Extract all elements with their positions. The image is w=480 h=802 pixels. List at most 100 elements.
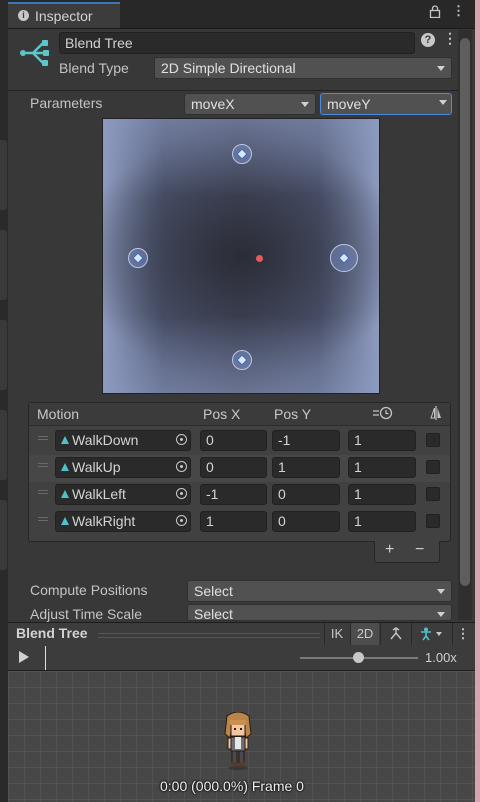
speed-value: 1.00x bbox=[425, 650, 457, 665]
adjust-time-scale-dropdown[interactable]: Select bbox=[187, 604, 452, 621]
mirror-checkbox[interactable] bbox=[426, 460, 440, 474]
play-icon[interactable] bbox=[19, 651, 29, 663]
left-panel-tab[interactable] bbox=[0, 320, 7, 390]
blend-point-up[interactable] bbox=[232, 144, 252, 164]
time-scale-field[interactable]: 1 bbox=[348, 511, 416, 532]
compute-positions-dropdown[interactable]: Select bbox=[187, 580, 452, 602]
help-icon[interactable]: ? bbox=[421, 33, 435, 47]
adjust-time-scale-label: Adjust Time Scale bbox=[30, 606, 143, 622]
time-scale-field[interactable]: 1 bbox=[348, 430, 416, 451]
motion-clip-field[interactable]: WalkDown bbox=[55, 430, 191, 451]
lock-icon[interactable] bbox=[429, 5, 441, 21]
animation-clip-icon bbox=[61, 517, 69, 525]
ik-toggle[interactable]: IK bbox=[324, 623, 349, 645]
more-options-icon[interactable]: ⋮ bbox=[452, 3, 465, 19]
scrollbar-thumb[interactable] bbox=[460, 38, 470, 586]
motion-clip-name: WalkDown bbox=[72, 432, 139, 448]
pos-x-field[interactable]: 1 bbox=[200, 511, 267, 532]
motion-point-icon bbox=[132, 252, 144, 264]
remove-motion-button[interactable]: − bbox=[415, 541, 424, 559]
preview-title: Blend Tree bbox=[16, 625, 88, 641]
tab-inspector[interactable]: i Inspector bbox=[8, 2, 120, 28]
blend-space-graph[interactable] bbox=[102, 118, 380, 394]
blend-point-down[interactable] bbox=[232, 350, 252, 370]
object-picker-icon[interactable] bbox=[176, 461, 187, 472]
time-scale-field[interactable]: 1 bbox=[348, 457, 416, 478]
preview-drag-bar[interactable] bbox=[98, 633, 320, 638]
drag-handle-icon[interactable] bbox=[38, 517, 48, 521]
character-sprite bbox=[222, 711, 254, 773]
tab-inspector-label: Inspector bbox=[35, 8, 93, 24]
compute-positions-label: Compute Positions bbox=[30, 582, 148, 598]
time-scale-field[interactable]: 1 bbox=[348, 484, 416, 505]
motion-row[interactable]: WalkLeft -1 0 1 bbox=[29, 482, 450, 509]
parameter-position-marker[interactable] bbox=[255, 254, 263, 262]
chevron-down-icon bbox=[437, 589, 445, 594]
left-panel-tab[interactable] bbox=[0, 230, 7, 300]
parameters-label: Parameters bbox=[30, 95, 103, 111]
motion-row[interactable]: WalkUp 0 1 1 bbox=[29, 455, 450, 482]
chevron-down-icon bbox=[437, 66, 445, 71]
drag-handle-icon[interactable] bbox=[38, 490, 48, 494]
pos-y-field[interactable]: 0 bbox=[272, 484, 340, 505]
timeline-cursor[interactable] bbox=[45, 646, 46, 670]
blend-tree-icon bbox=[18, 36, 52, 70]
pos-x-column-header: Pos X bbox=[203, 406, 241, 422]
mirror-checkbox[interactable] bbox=[426, 514, 440, 528]
object-picker-icon[interactable] bbox=[176, 434, 187, 445]
left-panel-edge bbox=[0, 0, 8, 802]
speed-slider-knob[interactable] bbox=[353, 652, 364, 663]
motion-clip-name: WalkLeft bbox=[72, 486, 126, 502]
left-panel-tab[interactable] bbox=[0, 500, 7, 570]
blend-type-dropdown[interactable]: 2D Simple Directional bbox=[154, 57, 452, 79]
info-icon: i bbox=[18, 10, 29, 21]
mirror-column-icon bbox=[430, 405, 442, 424]
motion-clip-field[interactable]: WalkUp bbox=[55, 457, 191, 478]
pivot-icon[interactable] bbox=[380, 623, 411, 645]
component-menu-icon[interactable]: ⋮ bbox=[443, 30, 457, 47]
motion-point-icon bbox=[236, 148, 248, 160]
chevron-down-icon bbox=[439, 100, 447, 105]
motion-column-header: Motion bbox=[37, 406, 80, 422]
mirror-checkbox[interactable] bbox=[426, 487, 440, 501]
pos-x-field[interactable]: 0 bbox=[200, 457, 267, 478]
blend-type-value: 2D Simple Directional bbox=[161, 60, 296, 76]
pos-x-field[interactable]: 0 bbox=[200, 430, 267, 451]
drag-handle-icon[interactable] bbox=[38, 463, 48, 467]
pos-y-column-header: Pos Y bbox=[274, 406, 312, 422]
mirror-checkbox[interactable] bbox=[426, 433, 440, 447]
motion-clip-name: WalkRight bbox=[72, 513, 136, 529]
animation-clip-icon bbox=[61, 436, 69, 444]
divider bbox=[8, 90, 458, 91]
motion-row[interactable]: WalkRight 1 0 1 bbox=[29, 509, 450, 536]
drag-handle-icon[interactable] bbox=[38, 436, 48, 440]
pos-y-field[interactable]: 1 bbox=[272, 457, 340, 478]
param-x-value: moveX bbox=[191, 96, 235, 112]
motion-row[interactable]: WalkDown 0 -1 1 bbox=[29, 428, 450, 455]
avatar-model-icon[interactable] bbox=[411, 623, 452, 645]
blend-point-right[interactable] bbox=[330, 244, 358, 272]
object-picker-icon[interactable] bbox=[176, 488, 187, 499]
add-motion-button[interactable]: + bbox=[385, 541, 394, 559]
blend-point-left[interactable] bbox=[128, 248, 148, 268]
param-y-dropdown[interactable]: moveY bbox=[320, 93, 452, 115]
pos-x-field[interactable]: -1 bbox=[200, 484, 267, 505]
param-x-dropdown[interactable]: moveX bbox=[184, 93, 316, 115]
param-y-value: moveY bbox=[327, 96, 371, 112]
pos-y-field[interactable]: 0 bbox=[272, 511, 340, 532]
motion-clip-name: WalkUp bbox=[72, 459, 121, 475]
left-panel-tab[interactable] bbox=[0, 140, 7, 210]
blend-type-label: Blend Type bbox=[59, 60, 129, 76]
chevron-down-icon bbox=[301, 102, 309, 107]
2d-toggle[interactable]: 2D bbox=[350, 623, 379, 645]
object-picker-icon[interactable] bbox=[176, 515, 187, 526]
animation-clip-icon bbox=[61, 463, 69, 471]
motion-clip-field[interactable]: WalkLeft bbox=[55, 484, 191, 505]
motion-clip-field[interactable]: WalkRight bbox=[55, 511, 191, 532]
chevron-down-icon bbox=[437, 612, 445, 617]
pos-y-field[interactable]: -1 bbox=[272, 430, 340, 451]
preview-menu-icon[interactable]: ⋮ bbox=[452, 623, 473, 645]
name-field[interactable]: Blend Tree bbox=[59, 32, 415, 54]
compute-positions-value: Select bbox=[194, 583, 233, 599]
left-panel-tab[interactable] bbox=[0, 410, 7, 480]
